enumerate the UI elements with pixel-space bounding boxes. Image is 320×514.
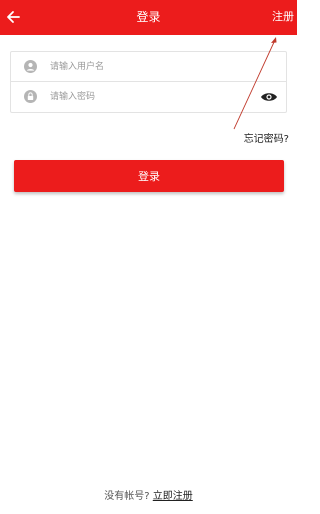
username-row <box>11 52 286 82</box>
lock-icon <box>24 90 37 103</box>
no-account-text: 没有帐号? <box>104 491 150 502</box>
footer: 没有帐号? 立即注册 <box>0 487 297 502</box>
login-form <box>10 51 287 113</box>
page-title: 登录 <box>136 10 161 24</box>
login-button[interactable]: 登录 <box>14 160 284 192</box>
password-input[interactable] <box>50 88 250 106</box>
register-now-link[interactable]: 立即注册 <box>153 491 193 502</box>
register-button[interactable]: 注册 <box>272 9 294 25</box>
forgot-password-link[interactable]: 忘记密码? <box>244 130 289 145</box>
password-row <box>11 82 286 112</box>
app-header: 登录 注册 <box>0 0 297 35</box>
user-icon <box>24 60 37 73</box>
eye-icon[interactable] <box>260 91 278 103</box>
username-input[interactable] <box>50 58 250 76</box>
